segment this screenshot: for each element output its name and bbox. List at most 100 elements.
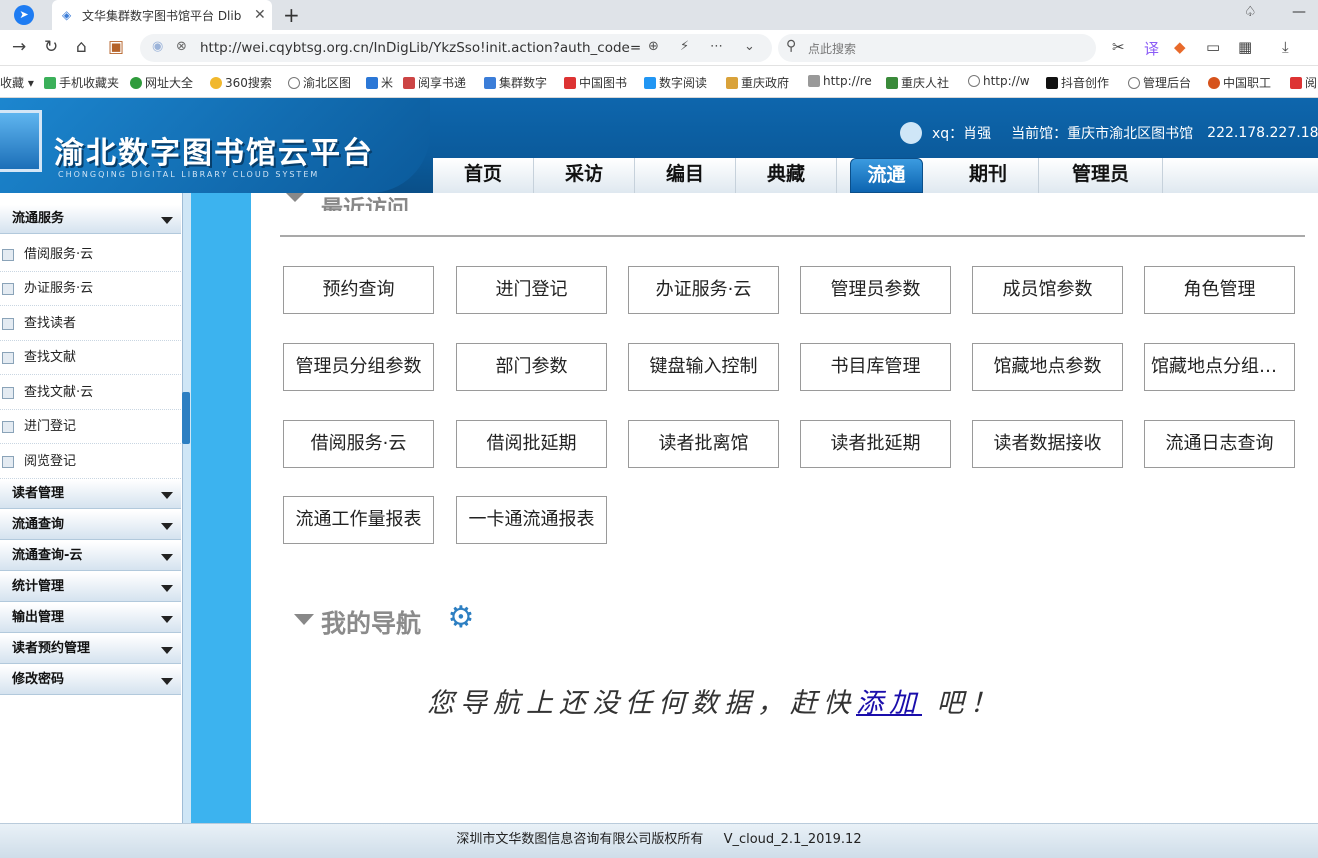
bookmark-item[interactable]: 阅享书递: [403, 74, 466, 91]
url-text[interactable]: http://wei.cqybtsg.org.cn/InDigLib/YkzSs…: [200, 40, 640, 56]
bookmark-item[interactable]: 米: [366, 74, 393, 91]
sidebar-section[interactable]: 流通查询-云: [0, 542, 181, 571]
globe-icon: [288, 76, 300, 89]
quick-button[interactable]: 馆藏地点参数: [972, 343, 1123, 391]
scissors-icon[interactable]: ✂: [1112, 38, 1125, 56]
menu-cataloging[interactable]: 编目: [635, 158, 736, 193]
bookmark-item[interactable]: 360搜索: [210, 74, 272, 91]
bookmark-item[interactable]: http://re: [808, 74, 872, 88]
lightning-icon[interactable]: ⚡: [680, 39, 689, 54]
sidebar-splitter[interactable]: [183, 193, 191, 823]
game-icon[interactable]: ◆: [1174, 38, 1186, 56]
quick-button[interactable]: 预约查询: [283, 266, 434, 314]
briefcase-icon[interactable]: ▣: [108, 37, 124, 57]
site-icon: [644, 76, 656, 89]
quick-button[interactable]: 流通工作量报表: [283, 496, 434, 544]
quick-button[interactable]: 管理员参数: [800, 266, 951, 314]
sidebar-section[interactable]: 读者预约管理: [0, 635, 181, 664]
bookmark-item[interactable]: 重庆人社: [886, 74, 949, 91]
home-icon[interactable]: ⌂: [76, 37, 87, 57]
add-link[interactable]: 添加: [856, 688, 922, 719]
sidebar-section[interactable]: 输出管理: [0, 604, 181, 633]
quick-button[interactable]: 流通日志查询: [1144, 420, 1295, 468]
sidebar-section[interactable]: 流通查询: [0, 511, 181, 540]
quick-button[interactable]: 成员馆参数: [972, 266, 1123, 314]
chevron-down-icon[interactable]: ⌄: [744, 39, 755, 54]
sidebar-item[interactable]: 办证服务·云: [0, 272, 181, 306]
sidebar-section[interactable]: 读者管理: [0, 480, 181, 509]
address-bar[interactable]: ◉ ⊗ http://wei.cqybtsg.org.cn/InDigLib/Y…: [140, 34, 772, 62]
site-icon: [130, 76, 142, 89]
quick-button[interactable]: 键盘输入控制: [628, 343, 779, 391]
quick-button[interactable]: 办证服务·云: [628, 266, 779, 314]
quick-button[interactable]: 借阅批延期: [456, 420, 607, 468]
apps-grid-icon[interactable]: ▦: [1238, 38, 1252, 56]
shirt-skin-icon[interactable]: ♤: [1244, 4, 1257, 20]
bookmark-item[interactable]: 手机收藏夹: [44, 74, 119, 91]
menu-holdings[interactable]: 典藏: [736, 158, 837, 193]
quick-button[interactable]: 借阅服务·云: [283, 420, 434, 468]
sidebar-section[interactable]: 修改密码: [0, 666, 181, 695]
sidebar-item[interactable]: 阅览登记: [0, 445, 181, 479]
quick-button[interactable]: 进门登记: [456, 266, 607, 314]
logo-title: 渝北数字图书馆云平台: [54, 136, 374, 171]
bookmark-item[interactable]: 渝北区图: [288, 74, 351, 91]
browser-tab[interactable]: ◈ 文华集群数字图书馆平台 Dlib ✕: [52, 0, 272, 30]
more-icon[interactable]: ⋯: [710, 39, 723, 54]
bookmark-item[interactable]: 阅: [1290, 74, 1317, 91]
quick-button[interactable]: 角色管理: [1144, 266, 1295, 314]
my-nav-title: 我的导航: [321, 609, 422, 638]
back-icon[interactable]: →: [12, 37, 26, 57]
quick-button[interactable]: 部门参数: [456, 343, 607, 391]
sidebar-item[interactable]: 借阅服务·云: [0, 238, 181, 272]
bookmark-item[interactable]: http://w: [968, 74, 1030, 88]
bookmark-item[interactable]: 重庆政府: [726, 74, 789, 91]
menu-periodicals[interactable]: 期刊: [938, 158, 1039, 193]
menu-home[interactable]: 首页: [433, 158, 534, 193]
tab-close-icon[interactable]: ✕: [254, 7, 266, 23]
quick-button[interactable]: 书目库管理: [800, 343, 951, 391]
bookmark-item[interactable]: 中国图书: [564, 74, 627, 91]
caret-down-icon: [161, 585, 173, 592]
sidebar-item[interactable]: 查找读者: [0, 307, 181, 341]
minimize-icon[interactable]: —: [1292, 4, 1306, 20]
sidebar-item[interactable]: 查找文献: [0, 341, 181, 375]
site-icon: [403, 76, 415, 89]
user-info: xq：肖强 当前馆：重庆市渝北区图书馆 222.178.227.18: [900, 118, 1318, 148]
bookmark-item[interactable]: 抖音创作: [1046, 74, 1109, 91]
bookmark-item[interactable]: 中国职工: [1208, 74, 1271, 91]
quick-button[interactable]: 管理员分组参数: [283, 343, 434, 391]
quick-button[interactable]: 读者批延期: [800, 420, 951, 468]
collapse-triangle-icon[interactable]: [294, 614, 314, 625]
collapse-triangle-icon[interactable]: [286, 193, 304, 202]
translate-icon[interactable]: 译: [1144, 38, 1159, 59]
reload-icon[interactable]: ↻: [44, 37, 58, 57]
bookmark-item[interactable]: 数字阅读: [644, 74, 707, 91]
sidebar-item[interactable]: 进门登记: [0, 410, 181, 444]
bookmark-item[interactable]: 集群数字: [484, 74, 547, 91]
quick-button[interactable]: 一卡通流通报表: [456, 496, 607, 544]
gear-icon[interactable]: ⚙: [445, 602, 477, 634]
insecure-lock-icon[interactable]: ⊗: [176, 39, 187, 54]
menu-acquisition[interactable]: 采访: [534, 158, 635, 193]
divider: [280, 235, 1305, 237]
sidebar-section-circulation-service[interactable]: 流通服务: [0, 205, 181, 234]
bookmark-item[interactable]: 收藏 ▾: [0, 74, 34, 91]
bookmark-item[interactable]: 管理后台: [1128, 74, 1191, 91]
menu-circulation[interactable]: 流通: [850, 158, 923, 193]
download-icon[interactable]: ⤓: [1282, 38, 1289, 56]
logo-subtitle: CHONGQING DIGITAL LIBRARY CLOUD SYSTEM: [58, 170, 320, 179]
quick-button[interactable]: 读者数据接收: [972, 420, 1123, 468]
collapse-handle[interactable]: [182, 392, 190, 444]
browser-logo-icon[interactable]: ➤: [14, 5, 34, 25]
bookmark-item[interactable]: 网址大全: [130, 74, 193, 91]
quick-button[interactable]: 馆藏地点分组参数: [1144, 343, 1295, 391]
new-tab-icon[interactable]: +: [283, 3, 300, 27]
menu-admin[interactable]: 管理员: [1039, 158, 1163, 193]
zoom-icon[interactable]: ⊕: [648, 39, 659, 54]
reader-icon[interactable]: ▭: [1206, 38, 1220, 56]
search-box[interactable]: ⚲ 点此搜索: [778, 34, 1096, 62]
sidebar-section[interactable]: 统计管理: [0, 573, 181, 602]
sidebar-item[interactable]: 查找文献·云: [0, 376, 181, 410]
quick-button[interactable]: 读者批离馆: [628, 420, 779, 468]
